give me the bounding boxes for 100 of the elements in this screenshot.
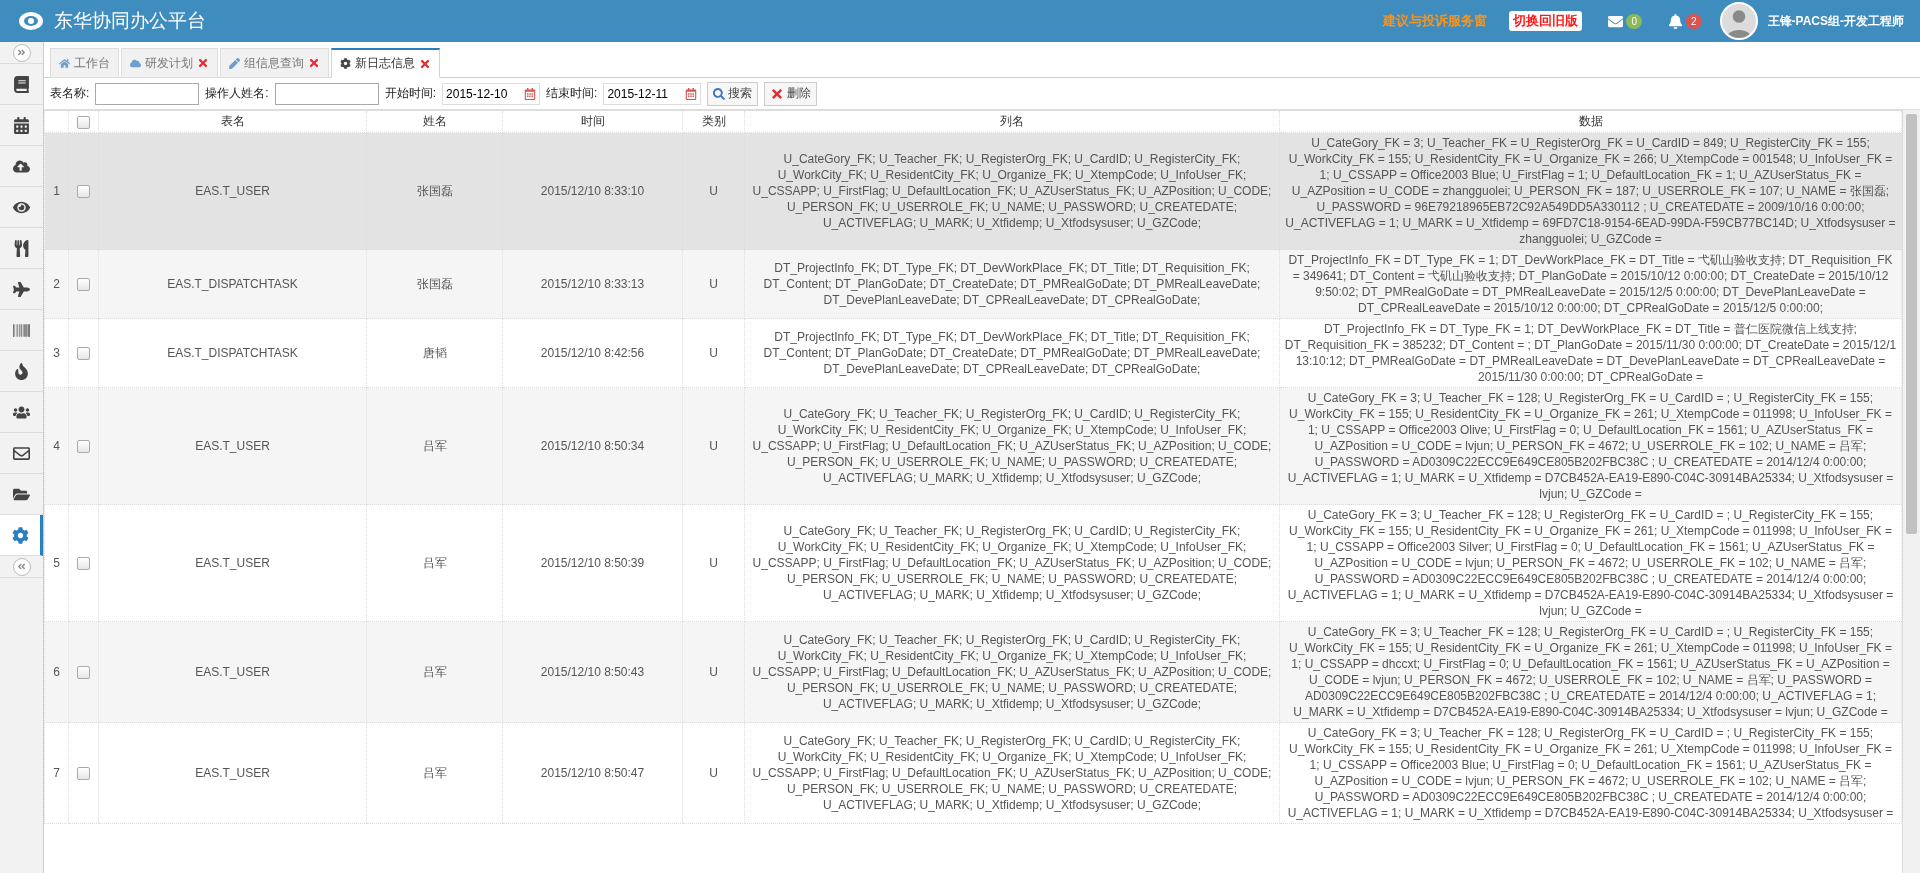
table-cell: U_CateGory_FK = 3; U_Teacher_FK = 128; U_RegisterOrg_FK = U_CardID = ; U_RegisterCity_FK = 155; U_WorkCity_FK = 155; U_ResidentCity_FK = U_Organize_FK = 261; U_XtempCode = 011998; U_InfoUser_FK = 1; U_CSSAPP = Office2003 Olive; U_FirstFlag = 0; U_DefaultLocation_FK = 1561; U_AZUserStatus_FK = U_AZPosition = U_CODE = lvjun; U_PERSON_FK = 4672; U_USERROLE_FK = 102; U_NAME = 吕军; U_PASSWORD = AD0309C22ECC9E649CE805B202FBC38C ; U_CREATEDATE = 2014/12/4 0:00:00; U_ACTIVEFLAG = 1; U_MARK = U_Xtfidemp = D7CB452A-EA19-E890-C04C-30914BA25334; U_Xtfodsysuser = lvjun; U_GZCode =: [1279, 387, 1902, 505]
table-cell: DT_ProjectInfo_FK = DT_Type_FK = 1; DT_DevWorkPlace_FK = DT_Title = 弋矶山验收支持; DT_Requisition_FK = 349641; DT_Content = 弋矶山验收支持; DT_PlanGoDate = 2015/10/12 0:00:00; DT_CreateDate = 2015/10/12 9:50:02; DT_PMRealGoDate = DT_PMRealLeaveDate = 2015/12/5 0:00:00; DT_DevePlanLeaveDate = DT_CPRealLeaveDate = 2015/10/12 0:00:00; DT_CPRealGoDate = 2015/12/5 0:00:00;: [1279, 249, 1902, 319]
row-number: 6: [44, 621, 69, 723]
count-badge: 0: [1626, 13, 1642, 29]
table-row[interactable]: [44, 318, 1902, 388]
tab[interactable]: 组信息查询: [220, 48, 329, 78]
column-header[interactable]: 姓名: [366, 110, 503, 133]
count-badge: 2: [1686, 13, 1702, 29]
checkbox[interactable]: [77, 666, 90, 680]
table-cell: U_CateGory_FK; U_Teacher_FK; U_RegisterOrg_FK; U_CardID; U_RegisterCity_FK; U_WorkCity_FK; U_ResidentCity_FK; U_Organize_FK; U_XtempCode; U_InfoUser_FK; U_CSSAPP; U_FirstFlag; U_DefaultLocation_FK; U_AZUserStatus_FK; U_AZPosition; U_CODE; U_PERSON_FK; U_USERROLE_FK; U_NAME; U_PASSWORD; U_CREATEDATE; U_ACTIVEFLAG; U_MARK; U_Xtfidemp; U_Xtfodsysuser; U_GZCode;: [744, 132, 1280, 250]
checkbox[interactable]: [77, 440, 90, 454]
table-cell: U: [682, 722, 745, 824]
row-number: 2: [44, 249, 69, 319]
field-label: 结束时间:: [546, 85, 598, 102]
table-row[interactable]: [44, 249, 1902, 319]
column-header[interactable]: 列名: [744, 110, 1280, 133]
table-cell: EAS.T_USER: [98, 387, 367, 505]
table-cell: U_CateGory_FK; U_Teacher_FK; U_RegisterOrg_FK; U_CardID; U_RegisterCity_FK; U_WorkCity_FK; U_ResidentCity_FK; U_Organize_FK; U_XtempCode; U_InfoUser_FK; U_CSSAPP; U_FirstFlag; U_DefaultLocation_FK; U_AZUserStatus_FK; U_AZPosition; U_CODE; U_PERSON_FK; U_USERROLE_FK; U_NAME; U_PASSWORD; U_CREATEDATE; U_ACTIVEFLAG; U_MARK; U_Xtfidemp; U_Xtfodsysuser; U_GZCode;: [744, 621, 1280, 723]
notification-button[interactable]: 2: [1660, 13, 1710, 29]
table-cell: 吕军: [366, 621, 503, 723]
tab[interactable]: 工作台: [50, 48, 119, 78]
table-cell: EAS.T_DISPATCHTASK: [98, 249, 367, 319]
table-cell: 2015/12/10 8:50:34: [502, 387, 683, 505]
text-field[interactable]: [95, 82, 200, 105]
table-cell: U: [682, 621, 745, 723]
calendar-icon[interactable]: [524, 87, 537, 100]
tab[interactable]: 研发计划: [121, 48, 218, 78]
table-cell: 唐韬: [366, 318, 503, 388]
table-row[interactable]: [44, 387, 1902, 505]
plane-icon: [13, 280, 30, 298]
logo-icon: [18, 10, 44, 32]
table-cell: EAS.T_DISPATCHTASK: [98, 318, 367, 388]
checkbox[interactable]: [77, 278, 90, 292]
table-row[interactable]: [44, 132, 1902, 250]
user-name[interactable]: 王锋-PACS组-开发工程师: [1767, 12, 1904, 30]
table-cell: U: [682, 387, 745, 505]
header-link[interactable]: 切换回旧版: [1509, 11, 1583, 31]
utensils-icon: [13, 239, 30, 257]
row-number: 5: [44, 504, 69, 622]
envelope-icon: [1608, 13, 1624, 29]
pen-icon: [229, 57, 240, 69]
double-chevron-left-icon: [17, 562, 26, 571]
sidebar-item[interactable]: [0, 515, 43, 556]
date-field[interactable]: 2015-12-11: [603, 82, 702, 105]
bell-icon: [1668, 13, 1683, 29]
field-label: 表名称:: [50, 85, 90, 102]
cloud-icon: [130, 57, 141, 69]
delete-button[interactable]: 删除: [764, 81, 818, 106]
calendar-icon[interactable]: [685, 87, 698, 100]
table-cell: 2015/12/10 8:50:43: [502, 621, 683, 723]
settings-icon: [340, 58, 351, 69]
table-cell: U_CateGory_FK; U_Teacher_FK; U_RegisterOrg_FK; U_CardID; U_RegisterCity_FK; U_WorkCity_FK; U_ResidentCity_FK; U_Organize_FK; U_XtempCode; U_InfoUser_FK; U_CSSAPP; U_FirstFlag; U_DefaultLocation_FK; U_AZUserStatus_FK; U_AZPosition; U_CODE; U_PERSON_FK; U_USERROLE_FK; U_NAME; U_PASSWORD; U_CREATEDATE; U_ACTIVEFLAG; U_MARK; U_Xtfidemp; U_Xtfodsysuser; U_GZCode;: [744, 387, 1280, 505]
close-icon[interactable]: [419, 57, 431, 70]
table-cell: EAS.T_USER: [98, 504, 367, 622]
text-field[interactable]: [274, 82, 379, 105]
home-icon: [59, 57, 70, 69]
table-cell: U_CateGory_FK = 3; U_Teacher_FK = 128; U_RegisterOrg_FK = U_CardID = ; U_RegisterCity_FK = 155; U_WorkCity_FK = 155; U_ResidentCity_FK = U_Organize_FK = 261; U_XtempCode = 011998; U_InfoUser_FK = 1; U_CSSAPP = Office2003 Silver; U_FirstFlag = 0; U_DefaultLocation_FK = 1561; U_AZUserStatus_FK = U_AZPosition = U_CODE = lvjun; U_PERSON_FK = 4672; U_USERROLE_FK = 102; U_NAME = 吕军; U_PASSWORD = AD0309C22ECC9E649CE805B202FBC38C ; U_CREATEDATE = 2014/12/4 0:00:00; U_ACTIVEFLAG = 1; U_MARK = U_Xtfidemp = D7CB452A-EA19-E890-C04C-30914BA25334; U_Xtfodsysuser = lvjun; U_GZCode =: [1279, 504, 1902, 622]
table-cell: 吕军: [366, 387, 503, 505]
checkbox[interactable]: [77, 115, 90, 129]
close-icon: [770, 86, 785, 101]
collapse-button[interactable]: [12, 557, 31, 576]
expand-button[interactable]: [12, 43, 31, 62]
column-header[interactable]: 时间: [502, 110, 683, 133]
app-title: 东华协同办公平台: [54, 9, 206, 33]
barcode-icon: [13, 321, 30, 339]
column-header[interactable]: 数据: [1279, 110, 1902, 133]
checkbox[interactable]: [77, 557, 90, 571]
table-cell: 2015/12/10 8:33:13: [502, 249, 683, 319]
table-cell: 张国磊: [366, 132, 503, 250]
table-cell: 张国磊: [366, 249, 503, 319]
table-cell: EAS.T_USER: [98, 132, 367, 250]
envelope-icon: [13, 444, 30, 462]
table-cell: U_CateGory_FK = 3; U_Teacher_FK = U_RegisterOrg_FK = U_CardID = 849; U_RegisterCity_FK = 155; U_WorkCity_FK = 155; U_ResidentCity_FK = U_Organize_FK = 266; U_XtempCode = 001548; U_InfoUser_FK = 1; U_CSSAPP = Office2003 Blue; U_FirstFlag = 1; U_DefaultLocation_FK = 1; U_AZUserStatus_FK = U_AZPosition = U_CODE = zhangguolei; U_PERSON_FK = 187; U_USERROLE_FK = 107; U_NAME = 张国磊; U_PASSWORD = 96E79218965EB72C92A549DD5A330112 ; U_CREATEDATE = 2009/10/16 0:00:00; U_ACTIVEFLAG = 1; U_MARK = U_Xtfidemp = 69FD7C18-9154-6EAD-99DA-F59CB77BC14D; U_Xtfodsysuser = zhangguolei; U_GZCode =: [1279, 132, 1902, 250]
table-cell: U_CateGory_FK = 3; U_Teacher_FK = 128; U_RegisterOrg_FK = U_CardID = ; U_RegisterCity_FK = 155; U_WorkCity_FK = 155; U_ResidentCity_FK = U_Organize_FK = 261; U_XtempCode = 011998; U_InfoUser_FK = 1; U_CSSAPP = Office2003 Blue; U_FirstFlag = 0; U_DefaultLocation_FK = 1561; U_AZUserStatus_FK = U_AZPosition = U_CODE = lvjun; U_PERSON_FK = 4672; U_USERROLE_FK = 102; U_NAME = 吕军; U_PASSWORD = AD0309C22ECC9E649CE805B202FBC38C ; U_CREATEDATE = 2014/12/4 0:00:00; U_ACTIVEFLAG = 1; U_MARK = U_Xtfidemp = D7CB452A-EA19-E890-C04C-30914BA25334; U_Xtfodsysuser =: [1279, 722, 1902, 824]
close-icon[interactable]: [197, 57, 209, 69]
table-cell: EAS.T_USER: [98, 621, 367, 723]
table-cell: 2015/12/10 8:50:39: [502, 504, 683, 622]
search-button[interactable]: 搜索: [707, 81, 759, 106]
table-row[interactable]: [44, 504, 1902, 622]
table-cell: U: [682, 504, 745, 622]
checkbox[interactable]: [77, 185, 90, 199]
date-field[interactable]: 2015-12-10: [442, 82, 541, 105]
table-row[interactable]: [44, 722, 1902, 824]
table-cell: 2015/12/10 8:50:47: [502, 722, 683, 824]
column-header[interactable]: 类别: [682, 110, 745, 133]
row-number: 7: [44, 722, 69, 824]
checkbox[interactable]: [77, 347, 90, 361]
checkbox[interactable]: [77, 767, 90, 781]
tab[interactable]: 新日志信息: [331, 48, 440, 78]
close-icon[interactable]: [308, 57, 320, 69]
row-number: 3: [44, 318, 69, 388]
table-cell: U: [682, 318, 745, 388]
settings-icon: [11, 526, 29, 544]
avatar-icon[interactable]: [1719, 2, 1758, 40]
scrollbar[interactable]: [1902, 110, 1920, 873]
calendar-icon: [13, 116, 30, 134]
table-row[interactable]: [44, 621, 1902, 723]
column-header[interactable]: 表名: [98, 110, 367, 133]
table-cell: 吕军: [366, 722, 503, 824]
table-cell: U: [682, 249, 745, 319]
